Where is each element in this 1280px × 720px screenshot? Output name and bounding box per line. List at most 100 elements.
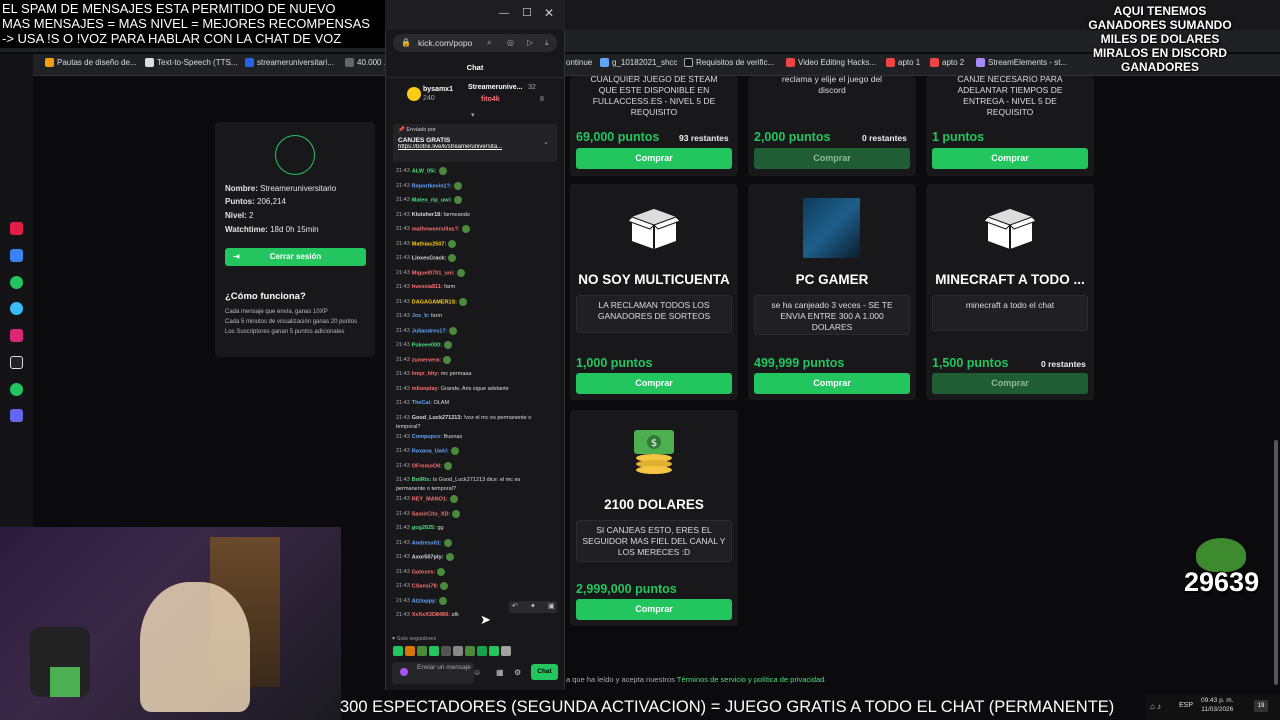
pinned-link[interactable]: https://botrix.live/k/streameruniversita… bbox=[398, 144, 552, 150]
emote-icon[interactable] bbox=[453, 646, 463, 656]
buy-button-disabled[interactable]: Comprar bbox=[932, 373, 1088, 394]
logout-button[interactable]: ⇥ Cerrar sesión bbox=[225, 248, 366, 266]
bookmark-item[interactable]: Requisitos de verific... bbox=[684, 58, 774, 67]
message-username[interactable]: Mathias2507: bbox=[412, 241, 447, 247]
buy-button[interactable]: Comprar bbox=[754, 373, 910, 394]
bookmark-item[interactable]: Text-to-Speech (TTS... bbox=[145, 58, 237, 67]
message-username[interactable]: mathewoerxillas?: bbox=[412, 226, 460, 232]
buy-button-disabled[interactable]: Comprar bbox=[754, 148, 910, 169]
message-username[interactable]: XxXxX3D8489: bbox=[412, 612, 450, 618]
zoom-icon[interactable]: ⌕ bbox=[487, 34, 491, 52]
emote-icon[interactable] bbox=[489, 646, 499, 656]
message-username[interactable]: Compupcs: bbox=[412, 434, 442, 440]
pin-icon[interactable]: ✦ bbox=[530, 602, 536, 610]
message-username[interactable]: DAGAGAMER1S: bbox=[412, 299, 457, 305]
language-indicator[interactable]: ESP bbox=[1179, 702, 1193, 709]
message-username[interactable]: lmqx_hhy: bbox=[412, 371, 440, 377]
message-time: 21:43 bbox=[396, 554, 410, 561]
terms-link[interactable]: Términos de servicio y política de priva… bbox=[677, 675, 827, 684]
bookmark-item[interactable]: apto 2 bbox=[930, 58, 964, 67]
message-username[interactable]: Jos_b: bbox=[412, 313, 430, 319]
chat-message: 21:43 Andresx01: bbox=[396, 538, 551, 548]
message-username[interactable]: CSansi78: bbox=[412, 583, 439, 589]
message-username[interactable]: Andresx01: bbox=[412, 540, 442, 546]
emoji-icon[interactable]: ☺ bbox=[473, 668, 481, 677]
message-username[interactable]: Mateo_rip_uwi: bbox=[412, 197, 452, 203]
notification-icon[interactable]: 19 bbox=[1254, 700, 1268, 712]
taskbar-clock[interactable]: 09:43 p. m. 11/03/2026 bbox=[1201, 696, 1234, 714]
message-username[interactable]: mlionplay: bbox=[412, 386, 440, 392]
gear-icon[interactable]: ⚙ bbox=[514, 668, 521, 677]
messenger-icon[interactable] bbox=[10, 249, 23, 262]
message-username[interactable]: BotRix: bbox=[412, 477, 432, 483]
message-username[interactable]: Good_Luck271213: bbox=[412, 415, 462, 421]
instagram-icon[interactable] bbox=[10, 329, 23, 342]
bookmark-item[interactable]: StreamElements - st... bbox=[976, 58, 1067, 67]
message-username[interactable]: Atzloppy: bbox=[412, 598, 437, 604]
emote-icon[interactable] bbox=[393, 646, 403, 656]
bookmark-item[interactable]: ontinue bbox=[566, 58, 592, 67]
chat-message: 21:43 lmqx_hhy: mc permaaa bbox=[396, 370, 551, 379]
trash-icon[interactable]: ▣ bbox=[548, 602, 555, 610]
buy-button[interactable]: Comprar bbox=[576, 599, 732, 620]
message-username[interactable]: ALW_05i: bbox=[412, 168, 437, 174]
message-username[interactable]: Reportkevin1?: bbox=[412, 183, 452, 189]
bookmark-item[interactable]: 40.000 ... bbox=[345, 58, 390, 67]
message-username[interactable]: Roxana_UwU: bbox=[412, 448, 449, 454]
page-scrollbar[interactable] bbox=[1274, 440, 1278, 685]
message-username[interactable]: Juliandres17: bbox=[412, 328, 447, 334]
message-username[interactable]: gog2025: bbox=[412, 525, 436, 531]
network-icon[interactable]: ⌂ ♪ bbox=[1150, 702, 1161, 711]
message-username[interactable]: hvessia811: bbox=[412, 284, 443, 290]
viewer-counter: 29639 bbox=[1184, 567, 1260, 597]
emote-icon[interactable] bbox=[441, 646, 451, 656]
buy-button[interactable]: Comprar bbox=[932, 148, 1088, 169]
message-username[interactable]: SamirCito_XD: bbox=[412, 511, 451, 517]
buy-button[interactable]: Comprar bbox=[576, 148, 732, 169]
message-username[interactable]: TheCai: bbox=[412, 400, 432, 406]
emote-icon bbox=[453, 196, 462, 204]
app-icon[interactable] bbox=[10, 222, 23, 235]
message-username[interactable]: zumervera: bbox=[412, 357, 441, 363]
chat-url-bar[interactable]: 🔒 kick.com/popo ⌕ ◎ ▷ ⤓ bbox=[393, 34, 557, 52]
bookmark-item[interactable]: apto 1 bbox=[886, 58, 920, 67]
message-username[interactable]: Pokeee000: bbox=[412, 342, 442, 348]
chat-send-button[interactable]: Chat bbox=[531, 664, 558, 680]
message-username[interactable]: OFremoO0: bbox=[412, 463, 442, 469]
message-time: 21:43 bbox=[396, 356, 410, 363]
message-username[interactable]: REY_MANO1: bbox=[412, 496, 448, 502]
emote-icon[interactable] bbox=[429, 646, 439, 656]
telegram-icon[interactable] bbox=[10, 302, 23, 315]
minimize-icon[interactable]: — bbox=[499, 8, 509, 19]
bookmark-item[interactable]: streameruniversitari... bbox=[245, 58, 334, 67]
shield-icon[interactable]: ◎ bbox=[507, 34, 514, 52]
emote-icon[interactable] bbox=[417, 646, 427, 656]
emote-icon[interactable] bbox=[477, 646, 487, 656]
maximize-icon[interactable]: ☐ bbox=[522, 6, 532, 19]
buy-button[interactable]: Comprar bbox=[576, 373, 732, 394]
bookmark-item[interactable]: g_10182021_shcc bbox=[600, 58, 677, 67]
x-icon[interactable] bbox=[10, 356, 23, 369]
emote-icon[interactable] bbox=[501, 646, 511, 656]
download-icon[interactable]: ⤓ bbox=[545, 34, 549, 52]
gift-icon[interactable]: ▦ bbox=[496, 668, 504, 677]
emote-icon bbox=[444, 341, 453, 349]
message-username[interactable]: Gatoxes: bbox=[412, 569, 436, 575]
message-username[interactable]: LinxesCrack: bbox=[412, 255, 447, 261]
close-icon[interactable]: ✕ bbox=[544, 6, 554, 20]
bookmark-item[interactable]: Pautas de diseño de... bbox=[45, 58, 137, 67]
message-username[interactable]: Axor507pty: bbox=[412, 554, 444, 560]
emote-icon[interactable] bbox=[465, 646, 475, 656]
message-username[interactable]: Klutsher18: bbox=[412, 212, 442, 218]
chat-message-input[interactable]: Enviar un mensaje bbox=[392, 662, 474, 684]
bookmark-item[interactable]: Video Editing Hacks... bbox=[786, 58, 876, 67]
message-username[interactable]: Miguel0701_uni: bbox=[412, 270, 455, 276]
send-icon[interactable]: ▷ bbox=[527, 34, 533, 52]
reply-icon[interactable]: ↶ bbox=[512, 602, 518, 610]
emote-icon[interactable] bbox=[405, 646, 415, 656]
chevron-down-icon[interactable]: ▾ bbox=[471, 111, 475, 119]
app-icon[interactable] bbox=[10, 409, 23, 422]
chevron-down-icon[interactable]: ⌄ bbox=[543, 138, 549, 146]
whatsapp-icon[interactable] bbox=[10, 276, 23, 289]
spotify-icon[interactable] bbox=[10, 383, 23, 396]
